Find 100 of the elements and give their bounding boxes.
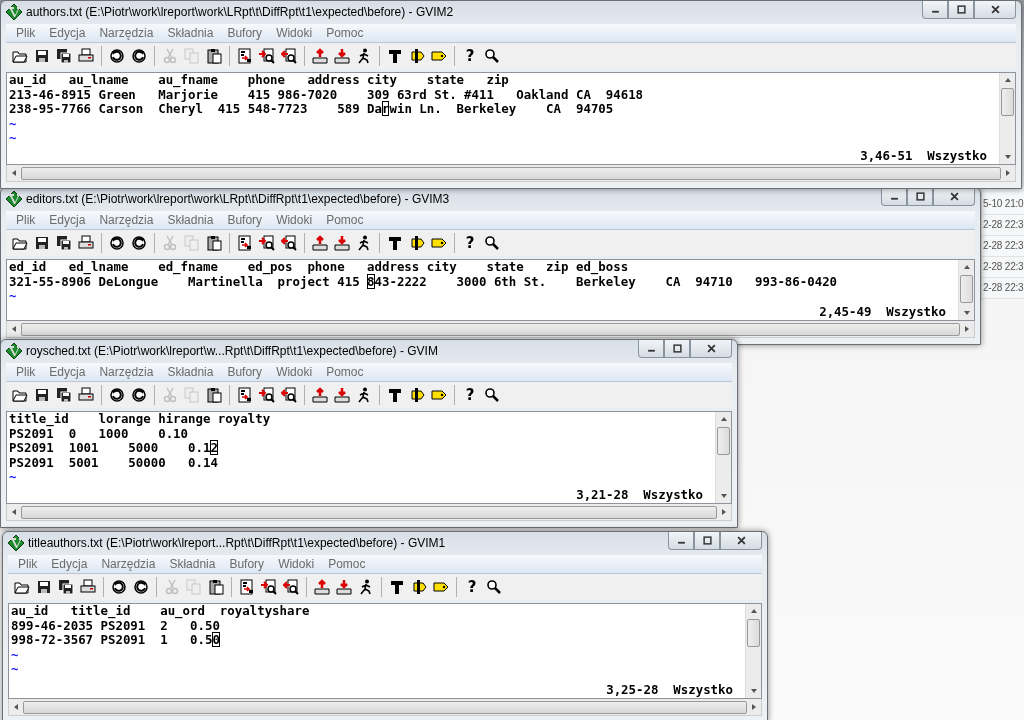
scroll-left-arrow-icon[interactable] [10, 169, 18, 177]
floppies-icon[interactable] [56, 387, 72, 403]
scroll-up-arrow-icon[interactable] [749, 607, 758, 615]
scroll-down-arrow-icon[interactable] [719, 492, 728, 500]
tray-down-arrow-icon[interactable] [334, 48, 350, 64]
maximize-icon[interactable] [956, 5, 966, 14]
clipboard-icon[interactable] [206, 48, 222, 64]
help-icon[interactable]: ? [462, 235, 478, 251]
hammer-icon[interactable] [387, 235, 403, 251]
scroll-left-arrow-icon[interactable] [12, 703, 20, 711]
hammer-icon[interactable] [389, 579, 405, 595]
undo-icon[interactable] [109, 235, 125, 251]
menu-item[interactable]: Bufory [220, 26, 270, 40]
scroll-thumb[interactable] [23, 700, 747, 714]
menu-item[interactable]: Edycja [42, 213, 93, 227]
find-previous-icon[interactable] [281, 387, 297, 403]
tag-icon[interactable] [433, 579, 449, 595]
floppies-icon[interactable] [58, 579, 74, 595]
tag-stack-icon[interactable] [409, 387, 425, 403]
replace-icon[interactable] [237, 387, 253, 403]
tray-up-arrow-icon[interactable] [312, 48, 328, 64]
tray-down-arrow-icon[interactable] [336, 579, 352, 595]
clipboard-icon[interactable] [206, 235, 222, 251]
maximize-icon[interactable] [672, 344, 682, 353]
printer-icon[interactable] [78, 235, 94, 251]
tray-up-arrow-icon[interactable] [312, 235, 328, 251]
menu-item[interactable]: Widoki [269, 365, 320, 379]
tray-down-arrow-icon[interactable] [334, 387, 350, 403]
help-icon[interactable]: ? [462, 387, 478, 403]
menu-item[interactable]: Plik [9, 365, 43, 379]
replace-icon[interactable] [237, 235, 253, 251]
menu-item[interactable]: Edycja [42, 365, 93, 379]
floppy-icon[interactable] [34, 387, 50, 403]
find-previous-icon[interactable] [281, 235, 297, 251]
menu-item[interactable]: Edycja [42, 26, 93, 40]
menu-item[interactable]: Składnia [162, 557, 223, 571]
find-next-icon[interactable] [261, 579, 277, 595]
menu-item[interactable]: Narzędzia [92, 26, 161, 40]
folder-icon[interactable] [14, 579, 30, 595]
tag-stack-icon[interactable] [409, 48, 425, 64]
tag-icon[interactable] [431, 48, 447, 64]
running-figure-icon[interactable] [358, 579, 374, 595]
help-icon[interactable]: ? [464, 579, 480, 595]
minimize-button[interactable] [922, 1, 948, 19]
menu-item[interactable]: Pomoc [321, 557, 373, 571]
running-figure-icon[interactable] [356, 387, 372, 403]
close-button[interactable] [974, 1, 1016, 19]
redo-icon[interactable] [133, 579, 149, 595]
scroll-thumb[interactable] [21, 166, 1001, 180]
menu-item[interactable]: Narzędzia [92, 365, 161, 379]
maximize-button[interactable] [694, 532, 720, 550]
close-button[interactable] [720, 532, 762, 550]
menu-item[interactable]: Plik [9, 213, 43, 227]
hammer-icon[interactable] [387, 387, 403, 403]
replace-icon[interactable] [239, 579, 255, 595]
scroll-right-arrow-icon[interactable] [963, 325, 971, 333]
menu-item[interactable]: Składnia [160, 213, 221, 227]
menu-item[interactable]: Widoki [269, 26, 320, 40]
scroll-thumb[interactable] [21, 505, 717, 519]
menu-item[interactable]: Widoki [269, 213, 320, 227]
menu-item[interactable]: Narzędzia [92, 213, 161, 227]
help-icon[interactable]: ? [462, 48, 478, 64]
scroll-right-arrow-icon[interactable] [720, 508, 728, 516]
find-next-icon[interactable] [259, 235, 275, 251]
scroll-up-arrow-icon[interactable] [962, 263, 971, 271]
tray-down-arrow-icon[interactable] [334, 235, 350, 251]
printer-icon[interactable] [78, 387, 94, 403]
scroll-left-arrow-icon[interactable] [10, 325, 18, 333]
tag-icon[interactable] [431, 235, 447, 251]
printer-icon[interactable] [78, 48, 94, 64]
menu-item[interactable]: Edycja [44, 557, 95, 571]
close-icon[interactable] [736, 536, 746, 545]
scroll-thumb[interactable] [717, 427, 730, 455]
redo-icon[interactable] [131, 235, 147, 251]
folder-icon[interactable] [12, 48, 28, 64]
replace-icon[interactable] [237, 48, 253, 64]
minimize-button[interactable] [668, 532, 694, 550]
magnifier-icon[interactable] [486, 579, 502, 595]
find-previous-icon[interactable] [283, 579, 299, 595]
folder-icon[interactable] [12, 387, 28, 403]
magnifier-icon[interactable] [484, 387, 500, 403]
menu-item[interactable]: Bufory [220, 365, 270, 379]
menu-item[interactable]: Widoki [271, 557, 322, 571]
menu-item[interactable]: Pomoc [319, 365, 371, 379]
menu-item[interactable]: Bufory [222, 557, 272, 571]
close-icon[interactable] [990, 5, 1000, 14]
find-previous-icon[interactable] [281, 48, 297, 64]
scroll-right-arrow-icon[interactable] [1004, 169, 1012, 177]
floppy-icon[interactable] [34, 235, 50, 251]
redo-icon[interactable] [131, 48, 147, 64]
scroll-down-arrow-icon[interactable] [749, 687, 758, 695]
tag-stack-icon[interactable] [411, 579, 427, 595]
find-next-icon[interactable] [259, 48, 275, 64]
undo-icon[interactable] [111, 579, 127, 595]
menu-item[interactable]: Składnia [160, 365, 221, 379]
maximize-icon[interactable] [915, 192, 925, 201]
undo-icon[interactable] [109, 48, 125, 64]
running-figure-icon[interactable] [356, 48, 372, 64]
scroll-thumb[interactable] [1001, 88, 1014, 116]
menu-item[interactable]: Bufory [220, 213, 270, 227]
